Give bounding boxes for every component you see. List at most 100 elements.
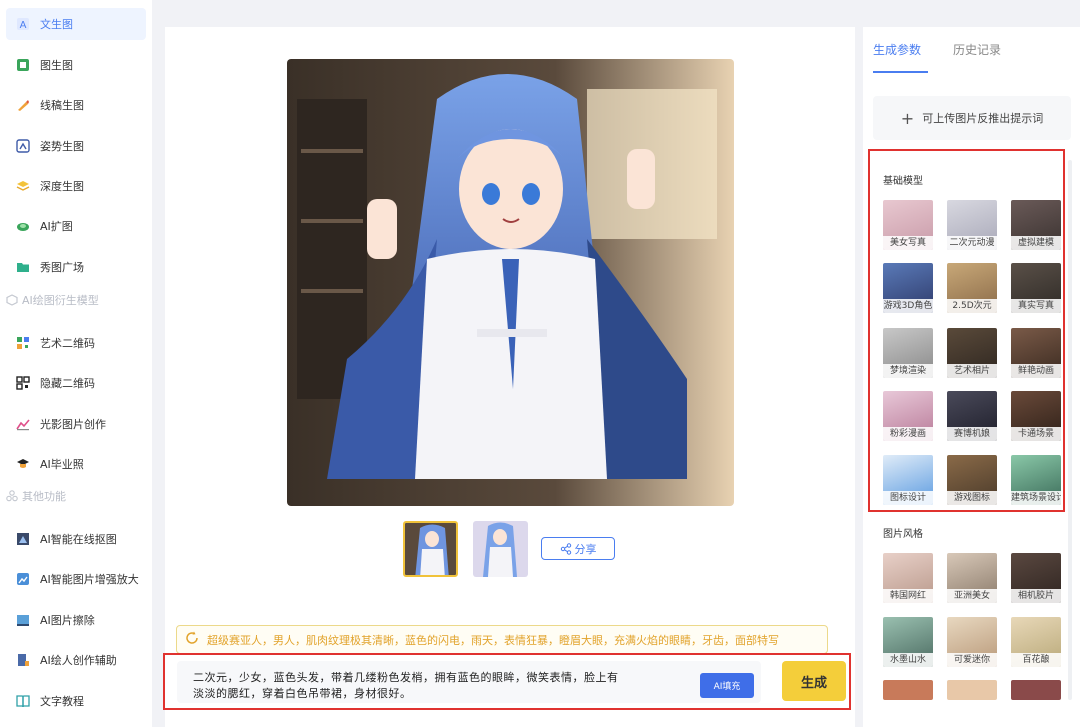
model-card-label: 真实写真 — [1011, 299, 1061, 313]
model-card-label: 鲜艳动画 — [1011, 364, 1061, 378]
model-card-label: 艺术相片 — [947, 364, 997, 378]
style-card-label: 水墨山水 — [883, 653, 933, 667]
sidebar-item-graduation[interactable]: AI毕业照 — [6, 448, 146, 480]
model-card-label: 建筑场景设计 — [1011, 491, 1061, 505]
model-card-label: 粉彩漫画 — [883, 427, 933, 441]
style-card-label: 亚洲美女 — [947, 589, 997, 603]
sidebar-item-erase[interactable]: AI图片擦除 — [6, 604, 146, 636]
lineart-icon — [16, 98, 30, 112]
model-card[interactable]: 美女写真 — [883, 200, 933, 250]
sidebar-item-enhance[interactable]: AI智能图片增强放大 — [6, 563, 146, 595]
style-card[interactable]: 水墨山水 — [883, 617, 933, 667]
style-title: 图片风格 — [883, 529, 923, 540]
right-panel-scrollbar[interactable] — [1068, 160, 1072, 700]
style-card-partial[interactable] — [947, 680, 997, 700]
light-shadow-icon — [16, 417, 30, 431]
sidebar-item-label: 隐藏二维码 — [40, 377, 95, 390]
sidebar-item-art-qrcode[interactable]: 艺术二维码 — [6, 327, 146, 359]
cluster-icon — [6, 490, 18, 502]
sidebar-item-text-to-image[interactable]: A 文生图 — [6, 8, 146, 40]
model-card[interactable]: 粉彩漫画 — [883, 391, 933, 441]
sidebar-item-label: AI毕业照 — [40, 458, 84, 471]
model-card[interactable]: 艺术相片 — [947, 328, 997, 378]
sidebar-item-label: 线稿生图 — [40, 99, 84, 112]
model-card[interactable]: 建筑场景设计 — [1011, 455, 1061, 505]
style-card-label: 相机胶片 — [1011, 589, 1061, 603]
model-card-label: 2.5D次元 — [947, 299, 997, 313]
sidebar-item-light-shadow[interactable]: 光影图片创作 — [6, 408, 146, 440]
sidebar-item-label: AI智能图片增强放大 — [40, 573, 139, 586]
model-card[interactable]: 赛博机娘 — [947, 391, 997, 441]
model-card[interactable]: 二次元动漫 — [947, 200, 997, 250]
prompt-input[interactable]: 二次元，少女，蓝色头发，带着几缕粉色发梢，拥有蓝色的眼眸，微笑表情，脸上有 淡淡… — [177, 661, 761, 703]
tab-history[interactable]: 历史记录 — [953, 41, 1001, 58]
suggestion-text: 超级赛亚人，男人，肌肉纹理极其清晰，蓝色的闪电，雨天，表情狂暴，瞪眉大眼，充满火… — [207, 633, 779, 647]
depth-icon — [16, 179, 30, 193]
style-card[interactable]: 韩国网红 — [883, 553, 933, 603]
sidebar-item-figure-assist[interactable]: AI绘人创作辅助 — [6, 644, 146, 676]
sidebar-item-depth[interactable]: 深度生图 — [6, 170, 146, 202]
model-card-label: 卡通场景 — [1011, 427, 1061, 441]
model-card-label: 虚拟建模 — [1011, 236, 1061, 250]
hidden-qrcode-icon — [16, 376, 30, 390]
section-derived-models: AI绘图衍生模型 — [6, 292, 99, 308]
erase-icon — [16, 613, 30, 627]
share-button[interactable]: 分享 — [541, 537, 615, 560]
style-card-label: 韩国网红 — [883, 589, 933, 603]
style-card[interactable]: 亚洲美女 — [947, 553, 997, 603]
figure-assist-icon — [16, 653, 30, 667]
graduation-cap-icon — [16, 457, 30, 471]
sidebar-item-label: 文生图 — [40, 18, 73, 31]
art-qrcode-icon — [16, 336, 30, 350]
style-card-label: 百花酿 — [1011, 653, 1061, 667]
sidebar-item-label: AI绘人创作辅助 — [40, 654, 117, 667]
sidebar-item-label: 文字教程 — [40, 695, 84, 708]
sidebar-item-label: AI智能在线抠图 — [40, 533, 117, 546]
sidebar-item-image-to-image[interactable]: 图生图 — [6, 49, 146, 81]
style-card-partial[interactable] — [883, 680, 933, 700]
model-card-label: 游戏3D角色 — [883, 299, 933, 313]
svg-text:A: A — [20, 20, 27, 31]
sidebar-item-pose[interactable]: 姿势生图 — [6, 130, 146, 162]
model-card[interactable]: 鲜艳动画 — [1011, 328, 1061, 378]
sidebar-item-hidden-qrcode[interactable]: 隐藏二维码 — [6, 367, 146, 399]
refresh-icon[interactable] — [185, 630, 199, 649]
model-card[interactable]: 真实写真 — [1011, 263, 1061, 313]
sidebar-item-label: 艺术二维码 — [40, 337, 95, 350]
sidebar-item-label: 秀图广场 — [40, 261, 84, 274]
generated-image[interactable] — [287, 59, 734, 506]
share-icon — [560, 542, 575, 555]
style-card[interactable]: 可爱迷你 — [947, 617, 997, 667]
model-card[interactable]: 图标设计 — [883, 455, 933, 505]
prompt-suggestion[interactable]: 超级赛亚人，男人，肌肉纹理极其清晰，蓝色的闪电，雨天，表情狂暴，瞪眉大眼，充满火… — [176, 625, 828, 654]
style-card-partial[interactable] — [1011, 680, 1061, 700]
model-card[interactable]: 2.5D次元 — [947, 263, 997, 313]
model-card-label: 图标设计 — [883, 491, 933, 505]
model-card[interactable]: 游戏3D角色 — [883, 263, 933, 313]
model-card[interactable]: 梦境渲染 — [883, 328, 933, 378]
generate-button[interactable]: 生成 — [782, 661, 846, 701]
cutout-icon — [16, 532, 30, 546]
plus-icon: + — [900, 108, 915, 128]
pose-icon — [16, 139, 30, 153]
gallery-icon — [16, 260, 30, 274]
model-card[interactable]: 虚拟建模 — [1011, 200, 1061, 250]
model-card[interactable]: 卡通场景 — [1011, 391, 1061, 441]
ai-fill-button[interactable]: AI填充 — [700, 673, 754, 698]
model-card-label: 美女写真 — [883, 236, 933, 250]
style-card[interactable]: 百花酿 — [1011, 617, 1061, 667]
sidebar-item-cutout[interactable]: AI智能在线抠图 — [6, 523, 146, 555]
sidebar-item-gallery[interactable]: 秀图广场 — [6, 251, 146, 283]
thumbnail-2[interactable] — [473, 521, 528, 577]
tab-params[interactable]: 生成参数 — [873, 41, 921, 58]
sidebar-item-label: AI扩图 — [40, 220, 73, 233]
sidebar: A 文生图 图生图 线稿生图 姿势生图 深度生图 AI扩图 秀图广场 AI绘图衍… — [0, 0, 152, 727]
cube-icon — [6, 294, 18, 306]
sidebar-item-tutorial[interactable]: 文字教程 — [6, 685, 146, 717]
model-card[interactable]: 游戏图标 — [947, 455, 997, 505]
style-card[interactable]: 相机胶片 — [1011, 553, 1061, 603]
upload-image-button[interactable]: + 可上传图片反推出提示词 — [873, 96, 1071, 140]
sidebar-item-lineart[interactable]: 线稿生图 — [6, 89, 146, 121]
sidebar-item-expand[interactable]: AI扩图 — [6, 210, 146, 242]
thumbnail-1[interactable] — [403, 521, 458, 577]
